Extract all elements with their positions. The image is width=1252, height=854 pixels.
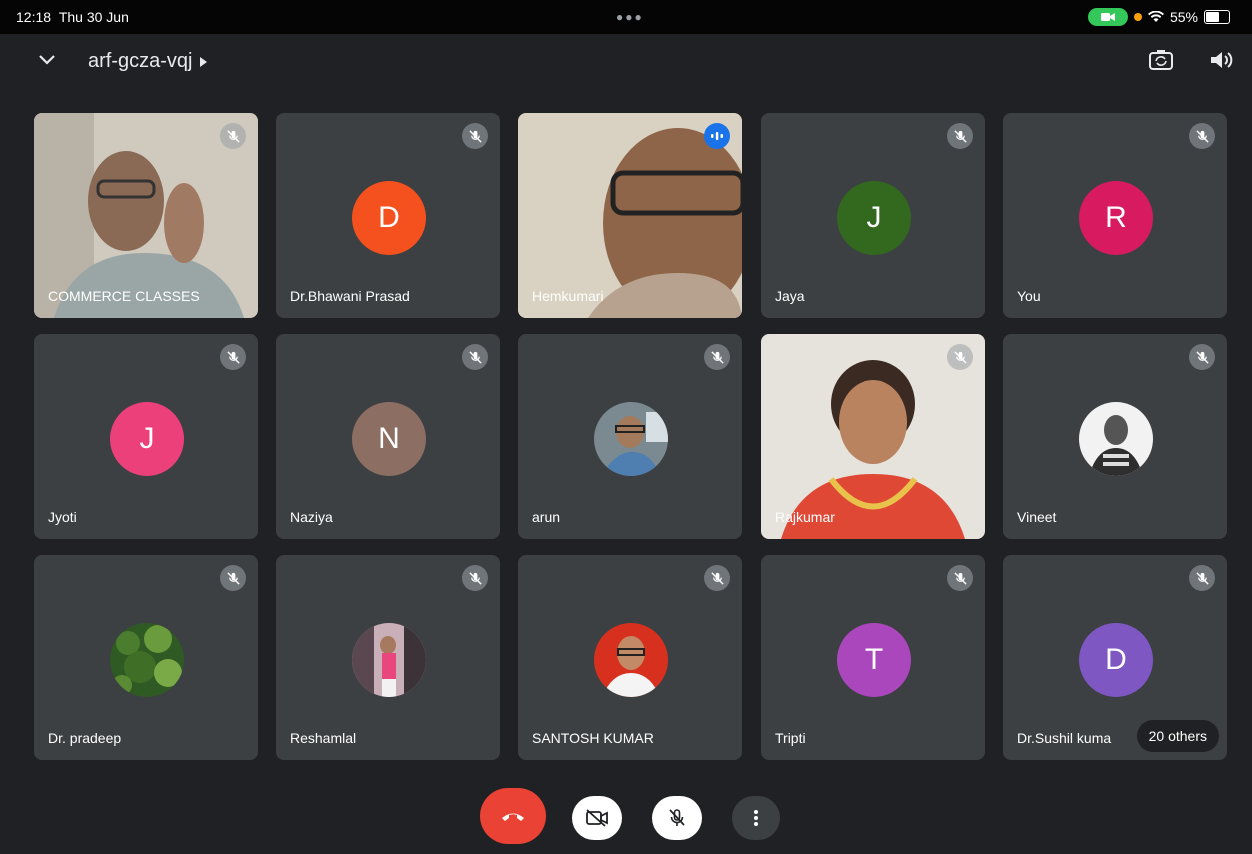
mic-muted-icon xyxy=(947,123,973,149)
avatar: J xyxy=(110,402,184,476)
avatar: T xyxy=(837,623,911,697)
mic-muted-icon xyxy=(1189,344,1215,370)
speaking-indicator-icon xyxy=(704,123,730,149)
participant-name: Reshamlal xyxy=(290,730,357,746)
mic-muted-icon xyxy=(704,565,730,591)
avatar-photo xyxy=(1079,402,1153,476)
camera-in-use-icon xyxy=(1087,8,1128,26)
mic-muted-icon xyxy=(704,344,730,370)
multitask-dots-icon[interactable]: ●●● xyxy=(616,10,644,24)
participant-tile[interactable]: Hemkumari xyxy=(518,113,742,318)
camera-off-icon xyxy=(586,809,608,827)
participant-tile[interactable]: J Jaya xyxy=(761,113,985,318)
participant-name: Rajkumar xyxy=(775,509,835,525)
status-right: 55% xyxy=(1087,8,1230,26)
avatar: D xyxy=(1079,623,1153,697)
participant-name: Jyoti xyxy=(48,509,77,525)
caret-right-icon xyxy=(200,56,208,67)
more-vert-icon xyxy=(754,810,758,826)
participant-tile[interactable]: N Naziya xyxy=(276,334,500,539)
mic-muted-icon xyxy=(462,344,488,370)
others-button[interactable]: 20 others xyxy=(1136,720,1219,752)
participant-tile[interactable]: Rajkumar xyxy=(761,334,985,539)
avatar: N xyxy=(352,402,426,476)
more-options-button[interactable] xyxy=(732,796,780,840)
battery-percent: 55% xyxy=(1169,9,1198,25)
meeting-header: arf-gcza-vqj xyxy=(0,34,1252,90)
switch-camera-icon[interactable] xyxy=(1148,48,1174,72)
participant-tile[interactable]: Reshamlal xyxy=(276,555,500,760)
participant-tile[interactable]: D Dr.Bhawani Prasad xyxy=(276,113,500,318)
mic-muted-icon xyxy=(1189,565,1215,591)
meeting-code: arf-gcza-vqj xyxy=(88,50,193,72)
participant-tile[interactable]: T Tripti xyxy=(761,555,985,760)
mic-muted-icon xyxy=(220,565,246,591)
participant-name: Vineet xyxy=(1017,509,1057,525)
end-call-button[interactable] xyxy=(480,788,546,844)
participant-tile[interactable]: Dr. pradeep xyxy=(34,555,258,760)
speaker-icon[interactable] xyxy=(1208,48,1234,72)
avatar-photo xyxy=(352,623,426,697)
status-bar: 12:18 Thu 30 Jun ●●● 55% xyxy=(0,0,1252,34)
participant-name: Naziya xyxy=(290,509,333,525)
mic-muted-icon xyxy=(220,344,246,370)
mic-muted-icon xyxy=(220,123,246,149)
end-call-icon xyxy=(502,813,524,821)
participant-tile[interactable]: J Jyoti xyxy=(34,334,258,539)
mic-in-use-dot-icon xyxy=(1133,13,1142,21)
chevron-down-icon[interactable] xyxy=(36,48,58,70)
avatar-photo xyxy=(110,623,184,697)
avatar: J xyxy=(837,181,911,255)
participant-name: Hemkumari xyxy=(532,288,604,304)
participant-name: You xyxy=(1017,288,1041,304)
mic-muted-icon xyxy=(1189,123,1215,149)
participant-name: Dr.Sushil kuma xyxy=(1017,730,1112,746)
participant-name: COMMERCE CLASSES xyxy=(48,288,200,304)
participant-name: arun xyxy=(532,509,561,525)
mic-muted-icon xyxy=(462,565,488,591)
mic-off-icon xyxy=(669,809,685,826)
battery-icon xyxy=(1204,10,1230,24)
mic-muted-icon xyxy=(947,565,973,591)
microphone-toggle-button[interactable] xyxy=(652,796,702,840)
mic-muted-icon xyxy=(947,344,973,370)
participant-tile[interactable]: COMMERCE CLASSES xyxy=(34,113,258,318)
participant-tile[interactable]: D Dr.Sushil kuma 20 others xyxy=(1003,555,1227,760)
camera-toggle-button[interactable] xyxy=(572,796,622,840)
participant-name: Dr.Bhawani Prasad xyxy=(290,288,410,304)
wifi-icon xyxy=(1147,11,1164,22)
avatar: D xyxy=(352,181,426,255)
mic-muted-icon xyxy=(462,123,488,149)
avatar: R xyxy=(1079,181,1153,255)
participant-name: Dr. pradeep xyxy=(48,730,122,746)
status-time-date: 12:18 Thu 30 Jun xyxy=(16,9,129,25)
participant-tile[interactable]: R You xyxy=(1003,113,1227,318)
meeting-code-button[interactable]: arf-gcza-vqj xyxy=(88,50,208,73)
participant-tile[interactable]: Vineet xyxy=(1003,334,1227,539)
participant-tile[interactable]: arun xyxy=(518,334,742,539)
meet-screen: 12:18 Thu 30 Jun ●●● 55% arf-gcza-vqj CO… xyxy=(0,0,1252,854)
avatar-photo xyxy=(594,402,668,476)
participant-name: Jaya xyxy=(775,288,805,304)
participant-name: SANTOSH KUMAR xyxy=(532,730,654,746)
participant-name: Tripti xyxy=(775,730,806,746)
avatar-photo xyxy=(594,623,668,697)
participant-tile[interactable]: SANTOSH KUMAR xyxy=(518,555,742,760)
